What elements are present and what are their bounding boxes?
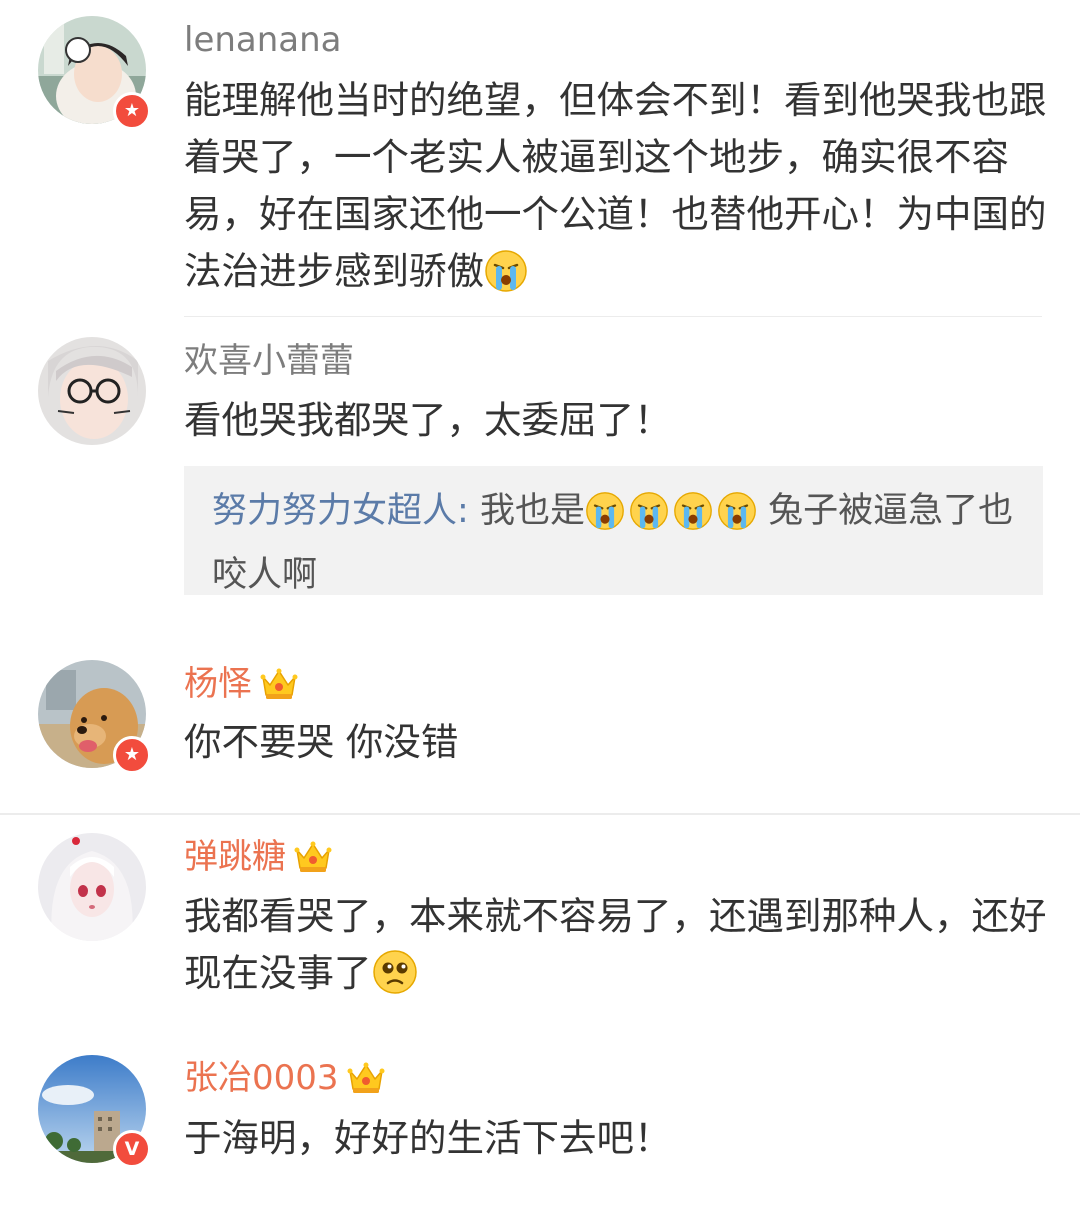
reply-text: 我也是 — [479, 491, 585, 531]
username[interactable]: 弹跳糖 — [184, 837, 332, 883]
username[interactable]: lenanana — [184, 20, 342, 60]
username[interactable]: 张冶0003 — [184, 1058, 385, 1104]
verified-v-badge: V — [113, 1130, 151, 1168]
red-star-badge: ★ — [113, 92, 151, 130]
comment-text: 于海明，好好的生活下去吧！ — [184, 1116, 672, 1160]
vip-crown-icon — [347, 1061, 385, 1104]
sad-emoji — [372, 949, 418, 1011]
username[interactable]: 欢喜小蕾蕾 — [184, 341, 354, 381]
comment-text: 能理解他当时的绝望，但体会不到！看到他哭我也跟着哭了，一个老实人被逼到这个地步，… — [184, 72, 1050, 309]
avatar[interactable] — [38, 833, 146, 941]
username[interactable]: 杨怿 — [184, 664, 298, 710]
vip-crown-icon — [294, 840, 332, 883]
divider — [0, 813, 1080, 815]
crying-emoji — [585, 491, 625, 548]
reply-username[interactable]: 努力努力女超人 — [212, 491, 457, 531]
red-star-badge: ★ — [113, 736, 151, 774]
vip-crown-icon — [260, 667, 298, 710]
comment-text: 你不要哭 你没错 — [184, 720, 459, 764]
crying-emoji — [717, 491, 757, 548]
crying-emoji — [629, 491, 669, 548]
crying-emoji — [484, 249, 528, 309]
reply-box[interactable]: 努力努力女超人: 我也是 兔子被逼急了也咬人啊 — [184, 466, 1043, 595]
avatar[interactable] — [38, 337, 146, 445]
comment-text: 我都看哭了，本来就不容易了，还遇到那种人，还好现在没事了 — [184, 888, 1050, 1011]
divider — [184, 316, 1042, 317]
comment-text: 看他哭我都哭了，太委屈了！ — [184, 398, 672, 442]
crying-emoji — [673, 491, 713, 548]
